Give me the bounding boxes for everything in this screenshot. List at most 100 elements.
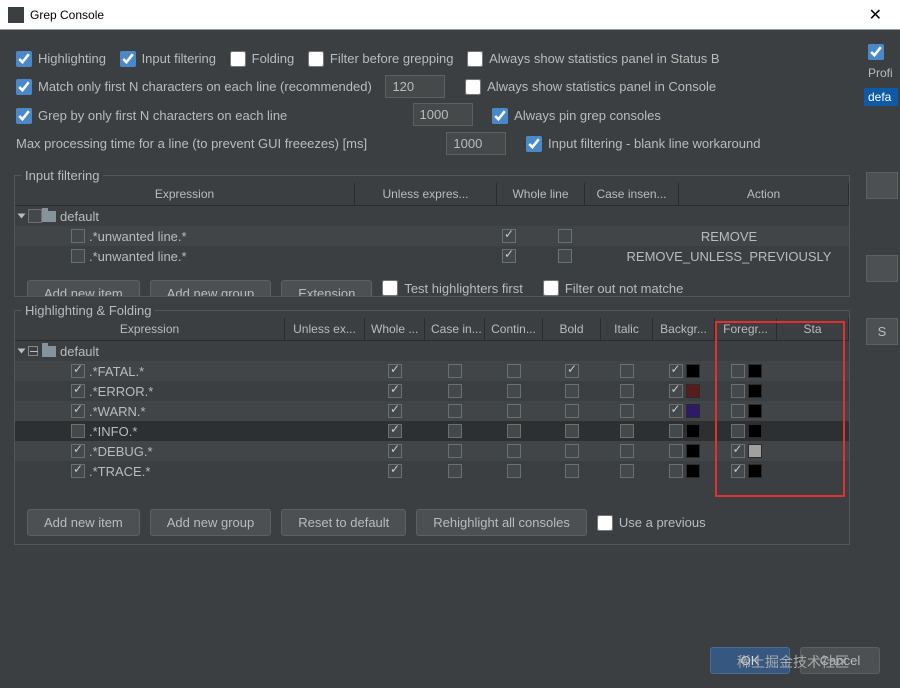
- highlight-row[interactable]: .*INFO.*: [15, 421, 849, 441]
- col-case[interactable]: Case in...: [425, 318, 485, 340]
- checkbox-cell[interactable]: [731, 424, 745, 438]
- checkbox-cell[interactable]: [565, 404, 579, 418]
- checkbox-cell[interactable]: [669, 424, 683, 438]
- checkbox-cell[interactable]: [71, 249, 85, 263]
- bg-swatch[interactable]: [686, 364, 700, 378]
- checkbox-cell[interactable]: [448, 464, 462, 478]
- fg-swatch[interactable]: [748, 424, 762, 438]
- checkbox-cell[interactable]: [558, 249, 572, 263]
- checkbox-cell[interactable]: [565, 444, 579, 458]
- col-case[interactable]: Case insen...: [585, 183, 679, 205]
- hl-add-group-button[interactable]: Add new group: [150, 509, 271, 536]
- side-btn-1[interactable]: [866, 172, 898, 199]
- hl-add-item-button[interactable]: Add new item: [27, 509, 140, 536]
- checkbox-cell[interactable]: [448, 384, 462, 398]
- checkbox-cell[interactable]: [565, 384, 579, 398]
- checkbox-cell[interactable]: [388, 424, 402, 438]
- profile-default[interactable]: defa: [864, 88, 898, 106]
- bg-swatch[interactable]: [686, 424, 700, 438]
- col-bg[interactable]: Backgr...: [653, 318, 715, 340]
- checkbox-cell[interactable]: [507, 384, 521, 398]
- close-icon[interactable]: ✕: [859, 5, 892, 25]
- use-previous-checkbox[interactable]: Use a previous: [597, 515, 706, 531]
- col-bold[interactable]: Bold: [543, 318, 601, 340]
- filter-row[interactable]: .*unwanted line.* REMOVE: [15, 226, 849, 246]
- filter-before-checkbox[interactable]: Filter before grepping: [308, 45, 454, 73]
- checkbox-cell[interactable]: [669, 364, 683, 378]
- checkbox-cell[interactable]: [502, 229, 516, 243]
- always-pin-checkbox[interactable]: Always pin grep consoles: [492, 102, 661, 130]
- collapse-icon[interactable]: [28, 346, 38, 356]
- col-expression[interactable]: Expression: [15, 183, 355, 205]
- checkbox-cell[interactable]: [28, 209, 42, 223]
- checkbox-cell[interactable]: [448, 364, 462, 378]
- folding-checkbox[interactable]: Folding: [230, 45, 295, 73]
- grep-first-n-input[interactable]: [413, 103, 473, 126]
- checkbox-cell[interactable]: [565, 464, 579, 478]
- fg-swatch[interactable]: [748, 404, 762, 418]
- col-fg[interactable]: Foregr...: [715, 318, 777, 340]
- group-row[interactable]: default: [15, 206, 849, 226]
- ok-button[interactable]: OK 稀土掘金技术社区: [710, 647, 790, 674]
- always-status-checkbox[interactable]: Always show statistics panel in Status B: [467, 45, 720, 73]
- input-filtering-checkbox[interactable]: Input filtering: [120, 45, 216, 73]
- highlight-row[interactable]: .*ERROR.*: [15, 381, 849, 401]
- highlight-row[interactable]: .*FATAL.*: [15, 361, 849, 381]
- col-unless[interactable]: Unless expres...: [355, 183, 497, 205]
- checkbox-cell[interactable]: [388, 404, 402, 418]
- group-row[interactable]: default: [15, 341, 849, 361]
- checkbox-cell[interactable]: [71, 464, 85, 478]
- checkbox-cell[interactable]: [448, 424, 462, 438]
- always-console-checkbox[interactable]: Always show statistics panel in Console: [465, 73, 716, 101]
- checkbox-cell[interactable]: [558, 229, 572, 243]
- checkbox-cell[interactable]: [731, 464, 745, 478]
- checkbox-cell[interactable]: [71, 404, 85, 418]
- checkbox-cell[interactable]: [731, 384, 745, 398]
- if-extension-button[interactable]: Extension: [281, 280, 372, 296]
- fg-swatch[interactable]: [748, 444, 762, 458]
- bg-swatch[interactable]: [686, 444, 700, 458]
- expand-icon[interactable]: [18, 214, 26, 219]
- checkbox-cell[interactable]: [388, 364, 402, 378]
- checkbox-cell[interactable]: [507, 464, 521, 478]
- bg-swatch[interactable]: [686, 384, 700, 398]
- side-s-button[interactable]: S: [866, 318, 898, 345]
- checkbox-cell[interactable]: [448, 404, 462, 418]
- filter-row[interactable]: .*unwanted line.* REMOVE_UNLESS_PREVIOUS…: [15, 246, 849, 266]
- fg-swatch[interactable]: [748, 464, 762, 478]
- checkbox-cell[interactable]: [448, 444, 462, 458]
- checkbox-cell[interactable]: [507, 364, 521, 378]
- checkbox-cell[interactable]: [620, 364, 634, 378]
- if-add-group-button[interactable]: Add new group: [150, 280, 271, 296]
- col-unless[interactable]: Unless ex...: [285, 318, 365, 340]
- checkbox-cell[interactable]: [669, 464, 683, 478]
- checkbox-cell[interactable]: [71, 444, 85, 458]
- blank-line-checkbox[interactable]: Input filtering - blank line workaround: [526, 130, 760, 158]
- col-sta[interactable]: Sta: [777, 318, 849, 340]
- checkbox-cell[interactable]: [507, 444, 521, 458]
- checkbox-cell[interactable]: [669, 444, 683, 458]
- checkbox-cell[interactable]: [731, 404, 745, 418]
- highlight-row[interactable]: .*WARN.*: [15, 401, 849, 421]
- checkbox-cell[interactable]: [388, 384, 402, 398]
- highlighting-checkbox[interactable]: Highlighting: [16, 45, 106, 73]
- highlight-row[interactable]: .*TRACE.*: [15, 461, 849, 481]
- cancel-button[interactable]: Cancel: [800, 647, 880, 674]
- match-first-n-checkbox[interactable]: Match only first N characters on each li…: [16, 73, 372, 101]
- checkbox-cell[interactable]: [507, 424, 521, 438]
- test-highlighters-checkbox[interactable]: Test highlighters first: [382, 280, 523, 296]
- checkbox-cell[interactable]: [388, 444, 402, 458]
- checkbox-cell[interactable]: [669, 384, 683, 398]
- fg-swatch[interactable]: [748, 384, 762, 398]
- expand-icon[interactable]: [18, 349, 26, 354]
- bg-swatch[interactable]: [686, 464, 700, 478]
- match-first-n-input[interactable]: [385, 75, 445, 98]
- checkbox-cell[interactable]: [507, 404, 521, 418]
- checkbox-cell[interactable]: [71, 384, 85, 398]
- side-checkbox[interactable]: [868, 44, 900, 60]
- checkbox-cell[interactable]: [669, 404, 683, 418]
- fg-swatch[interactable]: [748, 364, 762, 378]
- rehighlight-button[interactable]: Rehighlight all consoles: [416, 509, 587, 536]
- checkbox-cell[interactable]: [731, 364, 745, 378]
- col-contin[interactable]: Contin...: [485, 318, 543, 340]
